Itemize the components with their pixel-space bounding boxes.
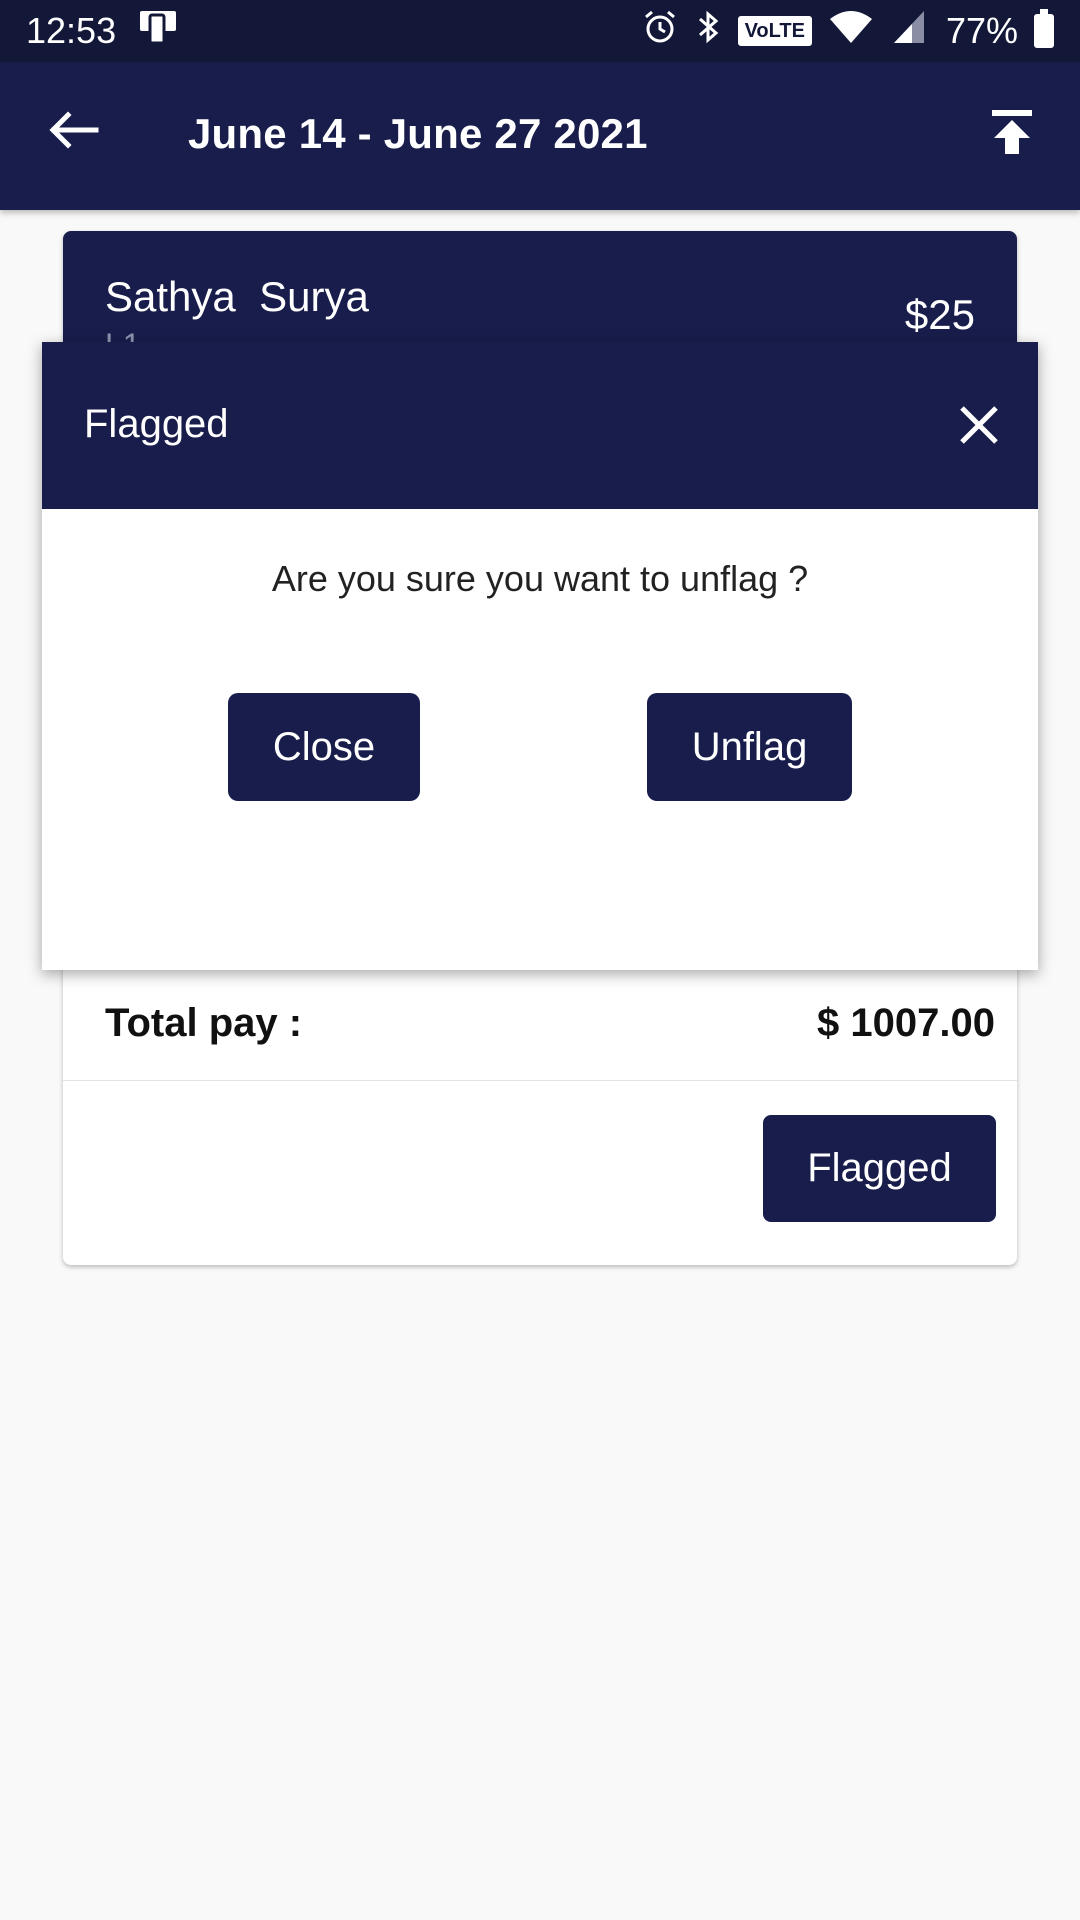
upload-button[interactable] xyxy=(984,104,1040,160)
employee-name: Sathya Surya xyxy=(105,273,369,320)
signal-icon xyxy=(890,9,930,54)
back-button[interactable] xyxy=(46,102,102,158)
status-bar: 12:53 VoLTE 77% xyxy=(0,0,1080,62)
alarm-icon xyxy=(642,9,678,54)
page-title: June 14 - June 27 2021 xyxy=(188,110,648,157)
arrow-left-icon xyxy=(49,111,99,149)
total-pay-label: Total pay : xyxy=(105,1001,303,1045)
wifi-icon xyxy=(828,9,874,54)
pay-rate: $25 xyxy=(904,291,975,338)
unflag-button[interactable]: Unflag xyxy=(647,693,852,801)
volte-badge: VoLTE xyxy=(737,16,812,46)
battery-percent: 77% xyxy=(945,10,1018,51)
close-button[interactable]: Close xyxy=(228,693,420,801)
status-left: 12:53 xyxy=(26,9,178,54)
dialog-title: Flagged xyxy=(84,402,229,446)
status-right: VoLTE 77% xyxy=(642,9,1054,54)
close-icon[interactable] xyxy=(954,400,1004,450)
flagged-button[interactable]: Flagged xyxy=(763,1115,996,1222)
status-time: 12:53 xyxy=(26,10,117,51)
upload-icon xyxy=(992,110,1032,154)
battery-icon xyxy=(1034,9,1054,48)
app-bar: June 14 - June 27 2021 xyxy=(0,62,1080,210)
total-pay-row: Total pay : $ 1007.00 xyxy=(63,971,1017,1081)
unflag-dialog: Flagged Are you sure you want to unflag … xyxy=(42,342,1038,970)
total-pay-value: $ 1007.00 xyxy=(817,1001,995,1045)
dialog-message: Are you sure you want to unflag ? xyxy=(271,558,809,599)
device-icon xyxy=(138,9,178,54)
dialog-header: Flagged xyxy=(42,342,1038,509)
bluetooth-icon xyxy=(694,9,722,54)
